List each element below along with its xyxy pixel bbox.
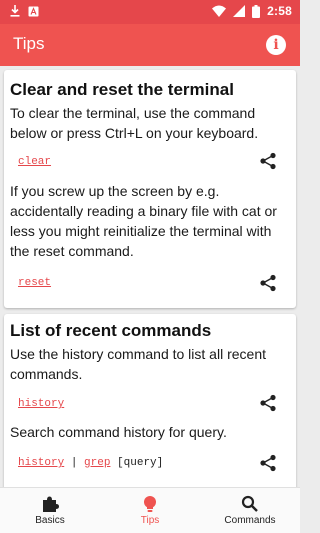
nav-item-tips[interactable]: Tips <box>100 488 200 533</box>
wifi-icon <box>212 5 227 17</box>
tip-card-clear-reset: Clear and reset the terminal To clear th… <box>4 70 296 308</box>
tip-title: Clear and reset the terminal <box>10 80 234 99</box>
status-time: 2:58 <box>267 4 292 18</box>
tips-list[interactable]: Clear and reset the terminal To clear th… <box>0 66 300 487</box>
nav-label: Basics <box>35 515 65 526</box>
puzzle-icon <box>43 496 59 512</box>
share-icon[interactable] <box>259 394 277 412</box>
command-link[interactable]: history <box>18 457 64 469</box>
tip-card-recent-commands: List of recent commands Use the history … <box>4 314 296 487</box>
tip-description: If you screw up the screen by e.g. accid… <box>10 183 277 259</box>
lightbulb-icon <box>144 496 156 512</box>
nav-label: Commands <box>224 515 276 526</box>
tip-description: Search command history for query. <box>10 424 227 440</box>
page-title: Tips <box>13 34 45 53</box>
info-button[interactable]: i <box>266 35 286 55</box>
command-argument: [query] <box>110 457 164 469</box>
tip-description: Use the history command to list all rece… <box>10 346 266 382</box>
share-icon[interactable] <box>259 454 277 472</box>
pipe-symbol: | <box>64 457 85 469</box>
signal-icon <box>233 5 246 17</box>
status-bar-right: 2:58 <box>212 4 292 18</box>
status-bar-left <box>10 5 39 17</box>
tip-title: List of recent commands <box>10 321 212 340</box>
download-icon <box>10 5 20 17</box>
command-link[interactable]: grep <box>84 457 110 469</box>
command-row: history <box>18 398 64 410</box>
nav-label: Tips <box>140 515 160 526</box>
tip-description: To clear the terminal, use the command b… <box>10 105 259 141</box>
app-bar: Tips i <box>0 24 300 66</box>
status-bar: 2:58 <box>0 0 300 24</box>
command-row: reset <box>18 277 51 289</box>
nav-item-basics[interactable]: Basics <box>0 488 100 533</box>
info-icon: i <box>273 37 279 53</box>
battery-icon <box>252 4 261 18</box>
nav-item-commands[interactable]: Commands <box>200 488 300 533</box>
search-icon <box>241 495 258 512</box>
app-icon <box>28 6 39 16</box>
share-icon[interactable] <box>259 152 277 170</box>
command-link[interactable]: history <box>18 398 64 410</box>
share-icon[interactable] <box>259 274 277 292</box>
command-link[interactable]: clear <box>18 156 51 168</box>
command-row: history | grep [query] <box>18 457 163 469</box>
bottom-navigation: Basics Tips Commands <box>0 487 300 533</box>
command-row: clear <box>18 156 51 168</box>
command-link[interactable]: reset <box>18 277 51 289</box>
